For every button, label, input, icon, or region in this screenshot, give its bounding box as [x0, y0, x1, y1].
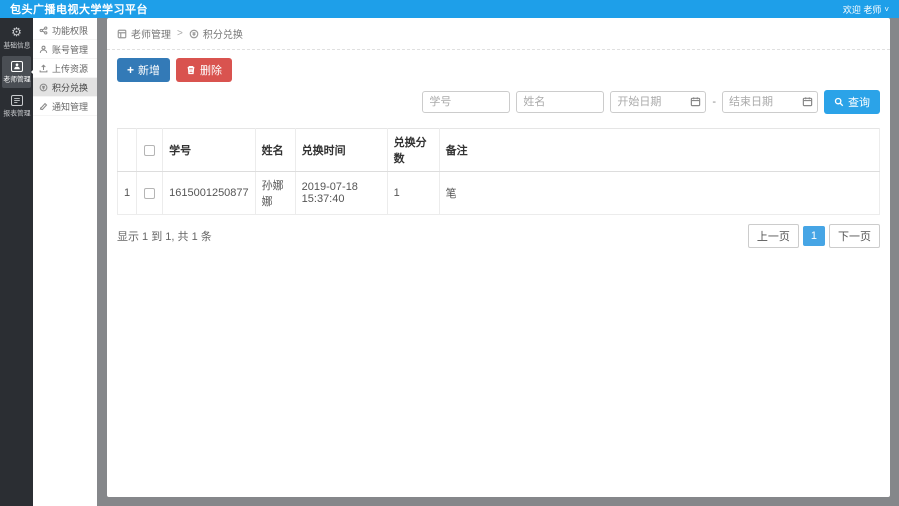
cell-index: 1 [116, 171, 138, 215]
top-bar: 包头广播电视大学学习平台 欢迎 老师 ˅ [0, 0, 899, 18]
rail-item-basic-info[interactable]: ⚙ 基础信息 [2, 22, 31, 54]
header-exchange-time: 兑换时间 [294, 128, 388, 172]
cell-student-id: 1615001250877 [162, 171, 256, 215]
breadcrumb: 老师管理 > 积分兑换 [107, 18, 890, 50]
user-name: 欢迎 老师 [842, 4, 882, 15]
rail-item-label: 基础信息 [2, 41, 31, 50]
cell-name: 孙娜娜 [254, 171, 296, 215]
trash-icon [187, 66, 195, 75]
sidebar-item-label: 通知管理 [52, 101, 89, 112]
search-button[interactable]: 查询 [824, 90, 880, 114]
header-student-id: 学号 [162, 128, 256, 172]
rail-item-teacher-mgmt[interactable]: 老师管理 [2, 56, 35, 88]
points-icon [189, 29, 199, 38]
sidebar-item-label: 功能权限 [52, 25, 89, 36]
page-1-button[interactable]: 1 [802, 226, 825, 246]
report-icon [10, 93, 23, 107]
start-date-input[interactable] [610, 91, 707, 113]
plus-icon: + [127, 63, 135, 77]
breadcrumb-current: 积分兑换 [202, 30, 243, 41]
name-input[interactable] [516, 91, 605, 113]
header-points: 兑换分数 [386, 128, 440, 172]
account-icon [39, 45, 48, 53]
content-panel: 老师管理 > 积分兑换 + 新增 删除 - 查询 [107, 18, 890, 497]
sidebar-item-points-exchange[interactable]: 积分兑换 [33, 78, 97, 97]
grid-icon [117, 29, 127, 38]
sidebar-item-label: 上传资源 [52, 63, 89, 74]
upload-icon [39, 63, 48, 72]
toolbar: + 新增 删除 [107, 50, 890, 84]
header-index [116, 128, 138, 172]
breadcrumb-separator: > [177, 28, 183, 39]
date-range-separator: - [712, 96, 716, 108]
sidebar-item-permissions[interactable]: 功能权限 [33, 21, 97, 40]
add-button-label: 新增 [138, 65, 161, 77]
cell-checkbox [136, 171, 164, 215]
end-date-wrap [722, 91, 818, 113]
pagination: 上一页 1 下一页 [747, 224, 880, 248]
cell-points: 1 [386, 171, 440, 215]
rail-item-label: 老师管理 [2, 75, 31, 84]
points-exchange-table: 学号 姓名 兑换时间 兑换分数 备注 1 1615001250877 孙娜娜 2… [116, 128, 881, 215]
row-checkbox[interactable] [144, 187, 156, 199]
table-footer: 显示 1 到 1, 共 1 条 上一页 1 下一页 [107, 215, 890, 257]
rail-item-report-mgmt[interactable]: 报表管理 [2, 90, 31, 122]
sidebar-item-label: 账号管理 [52, 44, 89, 55]
delete-button-label: 删除 [200, 65, 223, 77]
cell-remark: 笔 [438, 171, 881, 215]
gears-icon: ⚙ [11, 25, 22, 39]
end-date-input[interactable] [722, 91, 818, 113]
sidebar-item-notifications[interactable]: 通知管理 [33, 97, 97, 116]
next-page-button[interactable]: 下一页 [829, 224, 880, 248]
points-icon [39, 83, 48, 91]
header-checkbox-cell [136, 128, 164, 172]
secondary-sidebar: 功能权限 账号管理 上传资源 积分兑换 通知管理 [33, 18, 97, 506]
select-all-checkbox[interactable] [144, 144, 156, 156]
teacher-icon [10, 59, 23, 73]
sidebar-item-label: 积分兑换 [52, 82, 89, 93]
breadcrumb-parent[interactable]: 老师管理 [131, 26, 171, 41]
cell-exchange-time: 2019-07-18 15:37:40 [294, 171, 388, 215]
notice-icon [39, 102, 48, 110]
student-id-input[interactable] [422, 91, 511, 113]
search-icon [834, 97, 844, 107]
table-row[interactable]: 1 1615001250877 孙娜娜 2019-07-18 15:37:40 … [116, 171, 881, 215]
primary-sidebar: ⚙ 基础信息 老师管理 报表管理 [0, 18, 35, 506]
search-button-label: 查询 [848, 97, 870, 109]
table-header-row: 学号 姓名 兑换时间 兑换分数 备注 [116, 128, 881, 172]
sidebar-item-upload[interactable]: 上传资源 [33, 59, 97, 78]
rail-item-label: 报表管理 [2, 109, 31, 118]
delete-button[interactable]: 删除 [176, 58, 233, 82]
sidebar-item-accounts[interactable]: 账号管理 [33, 40, 97, 59]
add-button[interactable]: + 新增 [117, 58, 171, 82]
filter-bar: - 查询 [107, 84, 890, 124]
header-name: 姓名 [254, 128, 296, 172]
record-summary: 显示 1 到 1, 共 1 条 [117, 231, 212, 243]
prev-page-button[interactable]: 上一页 [747, 224, 799, 248]
table-container: 学号 姓名 兑换时间 兑换分数 备注 1 1615001250877 孙娜娜 2… [107, 124, 890, 215]
app-title: 包头广播电视大学学习平台 [10, 4, 148, 16]
user-menu[interactable]: 欢迎 老师 ˅ [843, 3, 889, 16]
header-remark: 备注 [438, 128, 881, 172]
start-date-wrap [610, 91, 707, 113]
chevron-down-icon: ˅ [884, 4, 889, 14]
permission-icon [39, 25, 48, 35]
